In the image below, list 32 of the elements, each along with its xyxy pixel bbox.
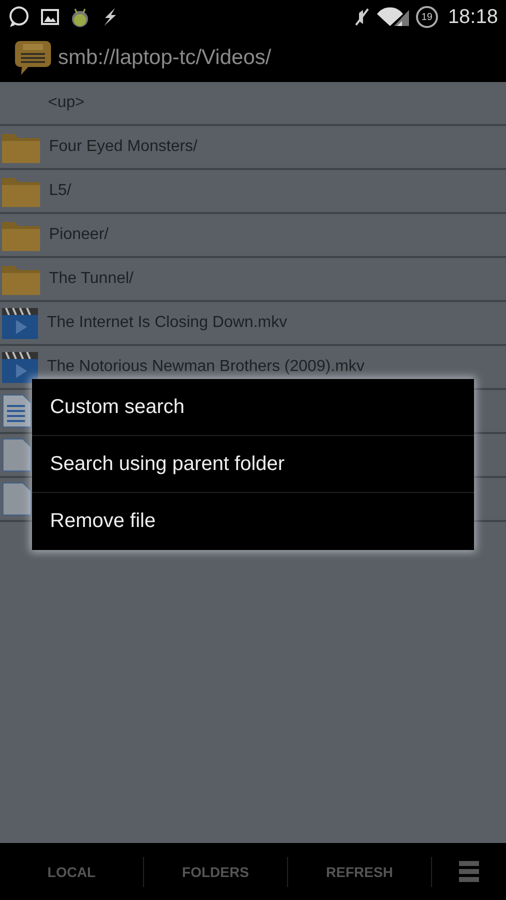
path-title: smb://laptop-tc/Videos/ [58, 46, 272, 70]
battery-indicator: 19 [416, 6, 438, 28]
wifi-icon [376, 7, 410, 27]
file-row[interactable]: The Tunnel/ [0, 258, 506, 302]
toolbar-button[interactable]: FOLDERS [144, 856, 288, 886]
file-row[interactable]: Four Eyed Monsters/ [0, 126, 506, 170]
file-name: The Tunnel/ [49, 270, 134, 288]
file-name: Pioneer/ [49, 226, 109, 244]
video-file-icon [1, 350, 39, 384]
document-icon [1, 394, 33, 428]
clock-time: 18:18 [448, 6, 498, 28]
video-file-icon [1, 306, 39, 340]
menu-item[interactable]: Search using parent folder [32, 436, 474, 493]
app-logo-icon [14, 40, 52, 76]
file-name: The Internet Is Closing Down.mkv [47, 314, 288, 332]
toolbar-button[interactable]: REFRESH [288, 856, 432, 886]
image-icon [41, 8, 59, 26]
file-name: L5/ [49, 182, 72, 200]
toolbar-button[interactable]: LOCAL [0, 856, 144, 886]
file-name: <up> [48, 94, 84, 112]
file-row[interactable]: L5/ [0, 170, 506, 214]
robot-icon [70, 6, 90, 28]
mute-icon [354, 7, 370, 27]
menu-icon[interactable] [459, 860, 479, 882]
file-row[interactable]: <up> [0, 82, 506, 126]
menu-item[interactable]: Custom search [32, 379, 474, 436]
menu-item[interactable]: Remove file [32, 493, 474, 550]
file-name: The Notorious Newman Brothers (2009).mkv [47, 358, 364, 376]
file-row[interactable]: Pioneer/ [0, 214, 506, 258]
file-name: Four Eyed Monsters/ [49, 138, 198, 156]
file-row[interactable]: The Internet Is Closing Down.mkv [0, 302, 506, 346]
chat-icon [8, 6, 30, 28]
